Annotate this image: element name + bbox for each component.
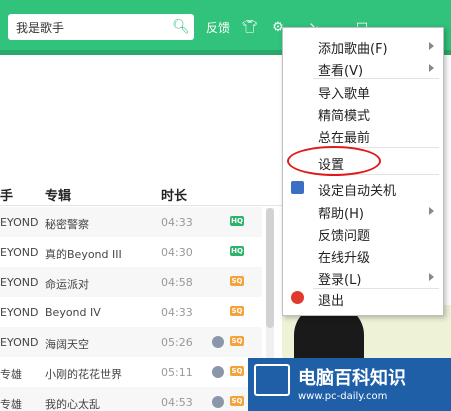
watermark-url: www.pc-daily.com: [298, 391, 388, 402]
table-row[interactable]: EYOND Beyond IV 04:33 SQ: [0, 297, 262, 327]
row-duration: 04:33: [161, 216, 193, 229]
menu-item[interactable]: 退出: [283, 287, 443, 309]
menu-item-label: 设定自动关机: [318, 184, 397, 199]
quality-badge: SQ: [230, 336, 244, 346]
quality-badge: HQ: [230, 246, 244, 256]
row-album[interactable]: Beyond IV: [45, 306, 101, 319]
header-artist[interactable]: 手: [0, 185, 13, 204]
row-artist: 专雄: [0, 368, 22, 381]
menu-item-label: 总在最前: [318, 131, 371, 146]
menu-separator: [313, 288, 439, 289]
row-duration: 05:26: [161, 336, 193, 349]
globe-icon: [212, 396, 224, 408]
row-duration: 04:58: [161, 276, 193, 289]
row-artist: 专雄: [0, 398, 22, 411]
menu-item[interactable]: 反馈问题: [283, 222, 443, 244]
menu-item[interactable]: 导入歌单: [283, 80, 443, 102]
menu-item[interactable]: 总在最前: [283, 124, 443, 146]
row-artist: EYOND: [0, 276, 39, 289]
table-row[interactable]: 专雄 我的心太乱 04:53 SQ: [0, 387, 262, 411]
menu-separator: [313, 78, 439, 79]
row-album[interactable]: 命运派对: [45, 276, 89, 292]
menu-item-label: 导入歌单: [318, 87, 371, 102]
shirt-icon[interactable]: 👕︎: [240, 15, 260, 39]
menu-item-label: 反馈问题: [318, 229, 371, 244]
quality-badge: HQ: [230, 216, 244, 226]
table-row[interactable]: 专雄 小刚的花花世界 05:11 SQ: [0, 357, 262, 387]
menu-item[interactable]: 查看(V): [283, 57, 443, 79]
search-input[interactable]: 我是歌手: [16, 19, 168, 36]
row-album[interactable]: 真的Beyond III: [45, 246, 122, 262]
row-artist: EYOND: [0, 336, 39, 349]
menu-item-label: 添加歌曲(F): [318, 42, 388, 57]
globe-icon: [212, 366, 224, 378]
row-album[interactable]: 秘密警察: [45, 216, 89, 232]
row-artist: EYOND: [0, 246, 39, 259]
monitor-icon: [254, 364, 290, 396]
row-duration: 04:30: [161, 246, 193, 259]
highlight-circle: [287, 146, 381, 176]
row-artist: EYOND: [0, 216, 39, 229]
chevron-right-icon: [429, 207, 434, 215]
menu-item[interactable]: 设定自动关机: [283, 177, 443, 199]
feedback-link[interactable]: 反馈: [206, 19, 230, 36]
search-icon[interactable]: 🔍︎: [168, 14, 194, 40]
watermark: 电脑百科知识 www.pc-daily.com: [248, 358, 451, 411]
header-duration[interactable]: 时长: [161, 185, 187, 204]
chevron-right-icon: [429, 273, 434, 281]
quality-badge: SQ: [230, 366, 244, 376]
table-header: 手 专辑 时长: [0, 180, 282, 206]
table-row[interactable]: EYOND 命运派对 04:58 SQ: [0, 267, 262, 297]
scrollbar-thumb[interactable]: [266, 208, 274, 328]
table-row[interactable]: EYOND 秘密警察 04:33 HQ: [0, 207, 262, 237]
chevron-right-icon: [429, 42, 434, 50]
quality-badge: SQ: [230, 396, 244, 406]
menu-item-label: 查看(V): [318, 64, 364, 79]
menu-item[interactable]: 在线升级: [283, 244, 443, 266]
row-artist: EYOND: [0, 306, 39, 319]
header-album[interactable]: 专辑: [45, 185, 71, 204]
menu-item-label: 精简模式: [318, 109, 371, 124]
row-duration: 05:11: [161, 366, 193, 379]
row-album[interactable]: 小刚的花花世界: [45, 366, 122, 382]
quality-badge: SQ: [230, 276, 244, 286]
menu-item[interactable]: 精简模式: [283, 102, 443, 124]
watermark-title: 电脑百科知识: [298, 368, 406, 389]
quality-badge: SQ: [230, 306, 244, 316]
menu-item-label: 登录(L): [318, 273, 362, 288]
row-album[interactable]: 海阔天空: [45, 336, 89, 352]
menu-item[interactable]: 添加歌曲(F): [283, 35, 443, 57]
chevron-right-icon: [429, 64, 434, 72]
row-duration: 04:53: [161, 396, 193, 409]
menu-item[interactable]: 登录(L): [283, 266, 443, 288]
globe-icon: [212, 336, 224, 348]
menu-item-label: 退出: [318, 294, 345, 309]
row-duration: 04:33: [161, 306, 193, 319]
menu-item-label: 在线升级: [318, 251, 371, 266]
search-box[interactable]: 我是歌手 🔍︎: [8, 14, 194, 40]
table-row[interactable]: EYOND 真的Beyond III 04:30 HQ: [0, 237, 262, 267]
shutdown-icon: [291, 181, 304, 194]
exit-icon: [291, 291, 304, 304]
row-album[interactable]: 我的心太乱: [45, 396, 100, 411]
menu-item-label: 帮助(H): [318, 207, 364, 222]
menu-item[interactable]: 帮助(H): [283, 200, 443, 222]
table-row[interactable]: EYOND 海阔天空 05:26 SQ: [0, 327, 262, 357]
